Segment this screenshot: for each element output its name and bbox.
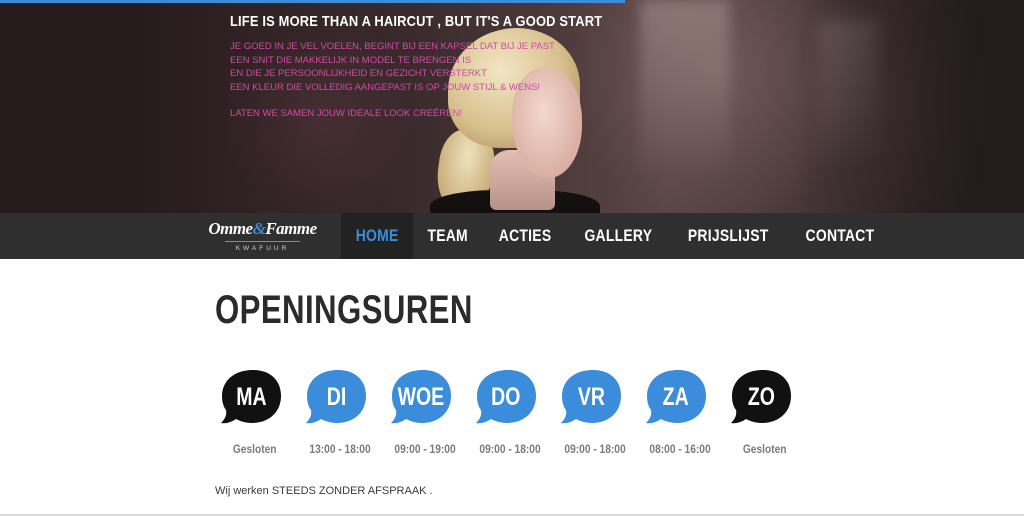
hero-line: EEN KLEUR DIE VOLLEDIG AANGEPAST IS OP J… bbox=[230, 81, 541, 93]
speech-bubble-icon: WOE bbox=[389, 368, 453, 426]
speech-bubble-icon: MA bbox=[219, 368, 283, 426]
day-label: DI bbox=[326, 382, 346, 411]
speech-bubble-icon: ZO bbox=[729, 368, 793, 426]
speech-bubble-icon: DO bbox=[474, 368, 538, 426]
day-label: VR bbox=[577, 382, 605, 411]
day-item: WOE 09:00 - 19:00 bbox=[385, 365, 465, 465]
nav-menu: HOME TEAM ACTIES GALLERY PRIJSLIJST CONT… bbox=[341, 213, 892, 259]
day-label: DO bbox=[491, 382, 521, 411]
hero-title: LIFE IS MORE THAN A HAIRCUT , BUT IT'S A… bbox=[230, 13, 603, 30]
day-label: ZO bbox=[747, 382, 775, 411]
day-item: ZA 08:00 - 16:00 bbox=[640, 365, 720, 465]
opening-hours-list: MA Gesloten DI 13:00 - 18:00 WOE 09:00 - 19:0… bbox=[215, 365, 805, 465]
slider-progress-fill bbox=[0, 0, 625, 3]
site-logo[interactable]: Omme&Famme KWAFUUR bbox=[205, 219, 320, 255]
day-item: MA Gesloten bbox=[215, 365, 295, 465]
speech-bubble-icon: DI bbox=[304, 368, 368, 426]
hero-window-light bbox=[640, 0, 730, 170]
speech-bubble-icon: ZA bbox=[644, 368, 708, 426]
day-hours: Gesloten bbox=[743, 442, 787, 456]
hero-line: EN DIE JE PERSOONLIJKHEID EN GEZICHT VER… bbox=[230, 68, 487, 79]
page-title: OPENINGSUREN bbox=[215, 288, 473, 332]
nav-item-gallery[interactable]: GALLERY bbox=[567, 213, 670, 259]
day-item: VR 09:00 - 18:00 bbox=[555, 365, 635, 465]
hero-line: JE GOED IN JE VEL VOELEN, BEGINT BIJ EEN… bbox=[230, 41, 555, 52]
nav-item-prijslijst[interactable]: PRIJSLIJST bbox=[669, 213, 787, 259]
nav-item-contact[interactable]: CONTACT bbox=[788, 213, 892, 259]
nav-item-acties[interactable]: ACTIES bbox=[483, 213, 567, 259]
hero-closing: LATEN WE SAMEN JOUW IDEALE LOOK CREËREN! bbox=[230, 108, 463, 119]
day-label: MA bbox=[235, 382, 267, 411]
logo-subtitle: KWAFUUR bbox=[235, 245, 290, 252]
hero-line: EEN SNIT DIE MAKKELIJK IN MODEL TE BRENG… bbox=[230, 54, 472, 66]
day-item: DI 13:00 - 18:00 bbox=[300, 365, 380, 465]
speech-bubble-icon: VR bbox=[559, 368, 623, 426]
nav-item-home[interactable]: HOME bbox=[341, 213, 414, 259]
day-item: DO 09:00 - 18:00 bbox=[470, 365, 550, 465]
slider-progress-bar bbox=[0, 0, 1024, 3]
day-label: WOE bbox=[397, 382, 445, 411]
hero-banner: LIFE IS MORE THAN A HAIRCUT , BUT IT'S A… bbox=[0, 0, 1024, 213]
main-navigation: Omme&Famme KWAFUUR HOME TEAM ACTIES GALL… bbox=[0, 213, 1024, 259]
appointment-note: Wij werken STEEDS ZONDER AFSPRAAK . bbox=[215, 485, 433, 497]
logo-wordmark: Omme&Famme bbox=[208, 219, 317, 238]
day-label: ZA bbox=[662, 382, 689, 411]
hero-text: JE GOED IN JE VEL VOELEN, BEGINT BIJ EEN… bbox=[230, 40, 560, 121]
nav-item-team[interactable]: TEAM bbox=[413, 213, 482, 259]
day-item: ZO Gesloten bbox=[725, 365, 805, 465]
